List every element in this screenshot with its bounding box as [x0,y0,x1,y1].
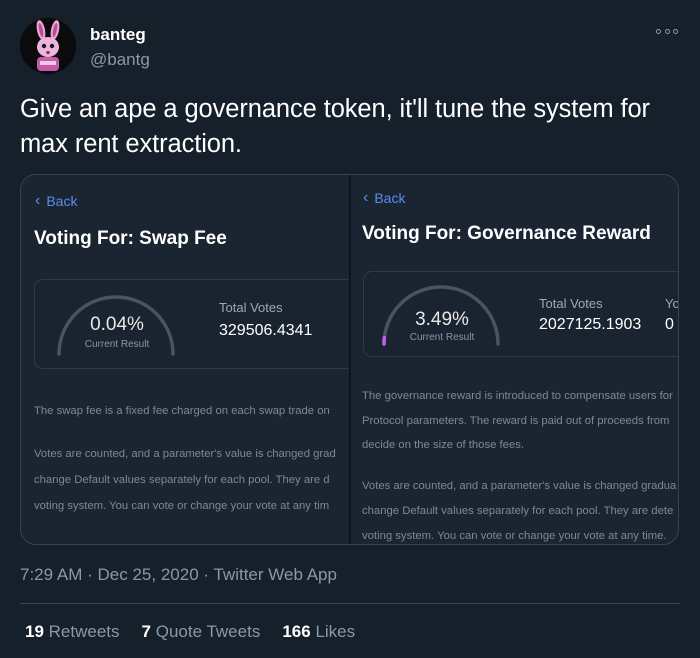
tweet-date[interactable]: Dec 25, 2020 [98,565,199,584]
more-horizontal-icon[interactable] [656,26,678,36]
tweet-media[interactable]: ‹ Back Voting For: Swap Fee 0.04% Curren… [20,174,679,545]
description-line: change Default values separately for eac… [34,474,330,486]
media-image-swap-fee[interactable]: ‹ Back Voting For: Swap Fee 0.04% Curren… [21,175,349,544]
chevron-left-icon: ‹ [363,189,369,206]
author-avatar[interactable] [20,18,76,74]
description-line: Votes are counted, and a parameter's val… [362,480,677,492]
description-line: Protocol parameters. The reward is paid … [362,415,670,427]
media-image-governance-reward[interactable]: ‹ Back Voting For: Governance Reward 3.4… [351,175,679,544]
voting-title: Voting For: Governance Reward [362,223,651,244]
quotes-count: 7 [141,622,151,641]
description-line: The swap fee is a fixed fee charged on e… [34,405,330,417]
retweets-stat[interactable]: 19 Retweets [25,622,120,642]
current-result-label: Current Result [84,339,150,350]
tweet-text: Give an ape a governance token, it'll tu… [20,95,650,158]
extra-votes-label: Yo [665,296,679,311]
likes-stat[interactable]: 166 Likes [282,622,355,642]
meta-separator: · [203,565,210,584]
likes-count: 166 [282,622,311,641]
meta-separator: · [87,565,93,584]
tweet-source[interactable]: Twitter Web App [213,565,336,584]
back-link: ‹ Back [35,192,78,210]
pink-rabbit-avatar-icon [20,18,76,74]
quote-tweets-stat[interactable]: 7 Quote Tweets [142,622,261,642]
result-card: 0.04% Current Result Total Votes 329506.… [34,279,349,369]
description-line: voting system. You can vote or change yo… [362,530,667,542]
extra-votes-value: 0 [665,316,674,333]
divider [20,603,680,604]
likes-label: Likes [315,622,356,641]
current-result-value: 3.49% [415,309,469,330]
tweet-time[interactable]: 7:29 AM [20,565,82,584]
current-result-label: Current Result [409,332,475,343]
back-label: Back [374,190,406,206]
retweets-count: 19 [25,622,44,641]
result-card: 3.49% Current Result Total Votes 2027125… [363,271,679,357]
tweet-meta: 7:29 AM · Dec 25, 2020 · Twitter Web App [20,565,337,585]
description-line: voting system. You can vote or change yo… [34,500,330,512]
back-label: Back [46,193,78,209]
description-line: decide on the size of those fees. [362,439,525,451]
quotes-label: Quote Tweets [155,622,261,641]
total-votes-label: Total Votes [219,300,283,315]
author-handle[interactable]: @bantg [90,50,150,70]
retweets-label: Retweets [48,622,120,641]
voting-title: Voting For: Swap Fee [34,228,227,249]
tweet-stats: 19 Retweets 7 Quote Tweets 166 Likes [25,622,355,642]
description-line: The governance reward is introduced to c… [362,390,673,402]
description-line: Votes are counted, and a parameter's val… [34,448,336,460]
total-votes-value: 329506.4341 [219,322,313,339]
back-link: ‹ Back [363,189,406,207]
total-votes-value: 2027125.1903 [539,316,642,333]
total-votes-label: Total Votes [539,296,603,311]
description-line: change Default values separately for eac… [362,505,674,517]
chevron-left-icon: ‹ [35,192,41,209]
author-display-name[interactable]: banteg [90,25,146,45]
current-result-value: 0.04% [90,314,144,335]
